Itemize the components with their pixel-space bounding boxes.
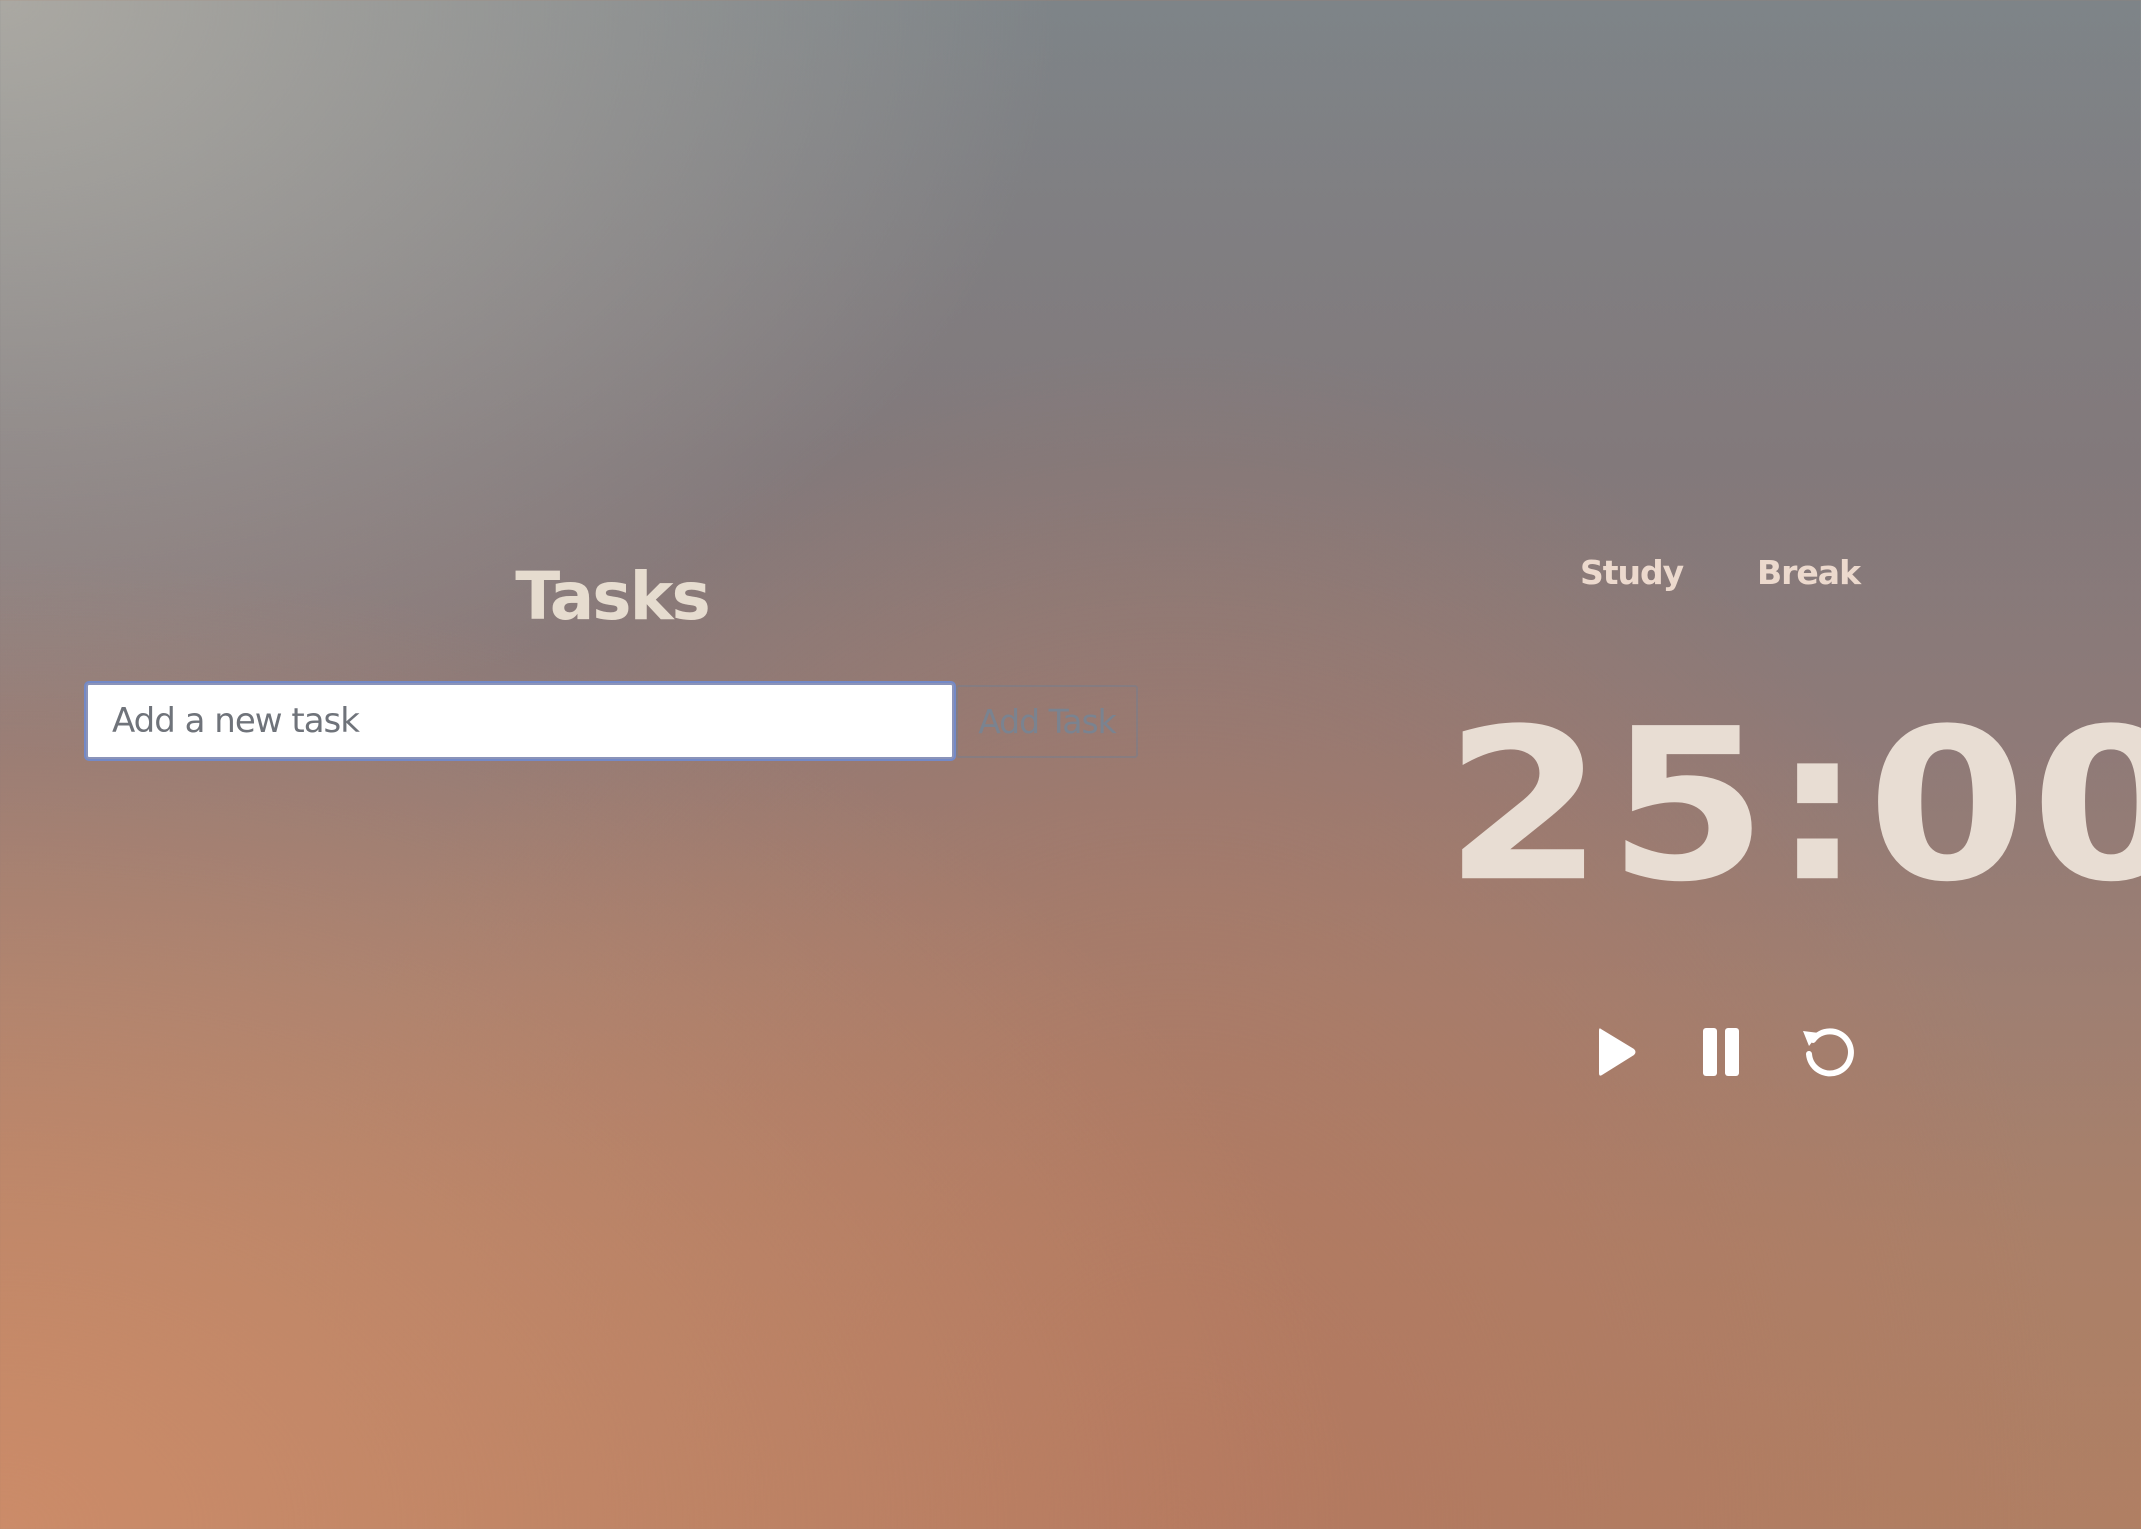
new-task-input[interactable] (86, 683, 954, 759)
pause-icon (1703, 1028, 1739, 1076)
mode-tabs: Study Break (1580, 548, 1880, 598)
study-mode-tab[interactable]: Study (1580, 548, 1684, 598)
pause-button[interactable] (1691, 1022, 1751, 1082)
break-mode-tab[interactable]: Break (1757, 548, 1861, 598)
play-icon (1599, 1028, 1636, 1076)
timer-controls (1585, 1022, 1865, 1082)
play-button[interactable] (1585, 1022, 1645, 1082)
add-task-button[interactable]: Add Task (956, 685, 1138, 758)
task-form: Add Task (86, 683, 1138, 761)
reset-icon (1803, 1028, 1854, 1077)
reset-button[interactable] (1799, 1022, 1859, 1082)
timer-display: 25:00 (1444, 683, 2141, 928)
tasks-title: Tasks (515, 558, 711, 635)
